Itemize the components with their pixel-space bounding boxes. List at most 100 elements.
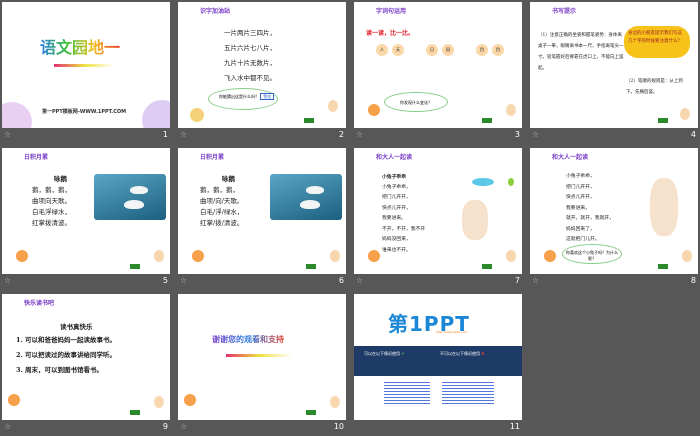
poem-line: 我要进来。	[382, 216, 406, 221]
cartoon-boy	[506, 104, 516, 116]
poem: 小兔子乖乖 小兔子乖乖， 把门儿开开， 快点儿开开， 我要进来。 不开，不开，我…	[382, 172, 425, 256]
poem: 一片两片三四片， 五片六片七八片， 九片十片无数片， 飞入水中都不见。	[224, 26, 276, 86]
tip-paragraph-2: （2）笔顺的规则是：从上到下，先横后竖。	[626, 79, 683, 95]
slide-number: 5	[162, 276, 168, 285]
slide-thumbnail-1[interactable]: 语文园地一 第一PPT模板网-WWW.1PPT.COM	[2, 2, 170, 128]
slide-thumbnail-4[interactable]: 书写提示 （1）注意正确的坐姿和握笔姿势：身体离桌子一拳，眼睛离书本一尺，手指离…	[530, 2, 698, 128]
logo-url: http://www.1ppt.com	[436, 330, 468, 334]
list-item: 2. 可以把读过的故事讲给同学听。	[16, 351, 117, 359]
cannot-use-label: 不可以在以下情况使用 ✖	[440, 351, 485, 356]
slide-thumbnail-7[interactable]: 和大人一起读 小兔子乖乖 小兔子乖乖， 把门儿开开， 快点儿开开， 我要进来。 …	[354, 148, 522, 274]
slide-thumbnail-8[interactable]: 和大人一起读 小兔子乖乖， 把门儿开开， 快点儿开开， 我要进来。 就开，就开，…	[530, 148, 698, 274]
slide-thumbnail-5[interactable]: 日积月累 咏鹅 鹅，鹅，鹅， 曲项向天歌。 白毛浮绿水， 红掌拨清波。	[2, 148, 170, 274]
poem-line: 曲项/向/天歌。	[200, 197, 244, 205]
qr-links-right	[442, 380, 494, 406]
cartoon-girl	[184, 394, 196, 406]
poem-line: 谁来也不开。	[382, 247, 411, 253]
slide-heading: 日积月累	[24, 154, 49, 161]
animation-star-icon[interactable]: ☆	[356, 276, 363, 285]
grass-decoration	[304, 118, 314, 123]
animation-star-icon[interactable]: ☆	[4, 276, 11, 285]
slide-thumbnail-9[interactable]: 快乐读书吧 读书真快乐 1. 可以和爸爸妈妈一起读故事书。 2. 可以把读过的故…	[2, 294, 170, 420]
poem: 小兔子乖乖， 把门儿开开， 快点儿开开， 我要进来。 就开，就开，我就开， 妈妈…	[566, 172, 614, 246]
poem-line: 五片六片七八片，	[224, 44, 276, 52]
brush-stroke	[226, 354, 292, 357]
flower-pair: 目目	[476, 44, 504, 56]
grass-decoration	[306, 410, 316, 415]
slide-title: 语文园地一	[40, 34, 120, 58]
poem-line: 一片两片三四片，	[224, 29, 276, 37]
poem-line: 白毛浮绿水，	[32, 208, 71, 216]
slide-number: 10	[333, 422, 344, 431]
thought-bubble: 你发现什么变化？	[384, 92, 448, 112]
slide-number: 4	[690, 130, 696, 139]
animation-star-icon[interactable]: ☆	[180, 130, 187, 139]
qr-links-left	[384, 380, 430, 406]
cartoon-boy	[330, 396, 340, 408]
cartoon-girl	[544, 250, 556, 262]
list-title: 读书真快乐	[60, 323, 93, 331]
swan	[306, 186, 324, 194]
poem-line: 九片十片无数片，	[224, 59, 276, 67]
cartoon-boy	[506, 250, 516, 262]
slide-heading: 和大人一起读	[376, 154, 413, 161]
slide-number: 11	[509, 422, 520, 431]
poem-line: 妈妈没回来，	[382, 237, 411, 242]
slide-thumbnail-3[interactable]: 字词句运用 读一读，比一比。 人天 日田 目目 你发现什么变化？	[354, 2, 522, 128]
cartoon-girl	[368, 250, 380, 262]
poem-line: 鹅，鹅，鹅，	[32, 186, 71, 194]
grass-decoration	[658, 118, 668, 123]
animation-star-icon[interactable]: ☆	[4, 130, 11, 139]
cartoon-boy	[154, 396, 164, 408]
poem-line: 就开，就开，我就开，	[566, 216, 614, 221]
poem-line: 红掌拨清波。	[32, 219, 71, 227]
swan	[300, 200, 320, 209]
poem-line: 白毛/浮/绿水，	[200, 208, 244, 216]
poem-line: 飞入水中都不见。	[224, 74, 276, 82]
list-item: 1. 可以和爸爸妈妈一起读故事书。	[16, 336, 117, 344]
slide-thumbnail-10[interactable]: 谢谢您的观看和支持	[178, 294, 346, 420]
poem-line: 小兔子乖乖，	[566, 174, 595, 179]
animation-star-icon[interactable]: ☆	[180, 422, 187, 431]
cartoon-fruit	[190, 108, 204, 122]
poem: 咏鹅 鹅，鹅，鹅， 曲项/向/天歌。 白毛/浮/绿水， 红掌/拨/清波。	[200, 174, 243, 229]
animation-star-icon[interactable]: ☆	[4, 422, 11, 431]
poem-title: 咏鹅	[54, 175, 67, 183]
cartoon-girl	[16, 250, 28, 262]
animation-star-icon[interactable]: ☆	[532, 130, 539, 139]
slide-thumbnail-11[interactable]: 第1PPT http://www.1ppt.com 可以在以下情况使用 ✔ 不可…	[354, 294, 522, 420]
slide-number: 2	[338, 130, 344, 139]
cartoon-boy	[682, 250, 692, 262]
reading-list: 读书真快乐 1. 可以和爸爸妈妈一起读故事书。 2. 可以把读过的故事讲给同学听…	[16, 322, 116, 378]
slide-heading: 日积月累	[200, 154, 225, 161]
slide-heading: 和大人一起读	[552, 154, 589, 161]
thanks-title: 谢谢您的观看和支持	[212, 335, 284, 344]
cartoon-girl	[368, 104, 380, 116]
animation-star-icon[interactable]: ☆	[356, 130, 363, 139]
slide-heading: 快乐读书吧	[24, 300, 55, 307]
poem: 咏鹅 鹅，鹅，鹅， 曲项向天歌。 白毛浮绿水， 红掌拨清波。	[32, 174, 71, 229]
poem-line: 不开，不开，我不开	[382, 226, 426, 232]
slide-heading: 书写提示	[552, 8, 577, 15]
grass-decoration	[306, 264, 316, 269]
slide-thumbnail-2[interactable]: 识字加油站 一片两片三四片， 五片六片七八片， 九片十片无数片， 飞入水中都不见…	[178, 2, 346, 128]
slide-thumbnail-6[interactable]: 日积月累 咏鹅 鹅，鹅，鹅， 曲项/向/天歌。 白毛/浮/绿水， 红掌/拨/清波…	[178, 148, 346, 274]
animation-star-icon[interactable]: ☆	[180, 276, 187, 285]
cartoon-boy	[328, 100, 338, 112]
cross-icon: ✖	[481, 351, 485, 356]
cartoon-girl	[8, 394, 20, 406]
grass-decoration	[130, 410, 140, 415]
slide-number: 7	[514, 276, 520, 285]
tip-paragraph-1: （1）注意正确的坐姿和握笔姿势：身体离桌子一拳，眼睛离书本一尺，手指离笔尖一寸，…	[538, 33, 624, 71]
can-use-label: 可以在以下情况使用 ✔	[364, 351, 405, 356]
poem-line: 小兔子乖乖，	[382, 184, 411, 190]
poem-title: 咏鹅	[222, 175, 235, 183]
poem-line: 曲项向天歌。	[32, 197, 71, 205]
animation-star-icon[interactable]: ☆	[532, 276, 539, 285]
swan	[124, 200, 144, 209]
poem-line: 快点儿开开，	[566, 195, 595, 200]
swans-photo	[270, 174, 342, 220]
slide-number: 1	[162, 130, 168, 139]
grass-decoration	[130, 264, 140, 269]
website-footer: 第一PPT模板网-WWW.1PPT.COM	[42, 109, 127, 115]
